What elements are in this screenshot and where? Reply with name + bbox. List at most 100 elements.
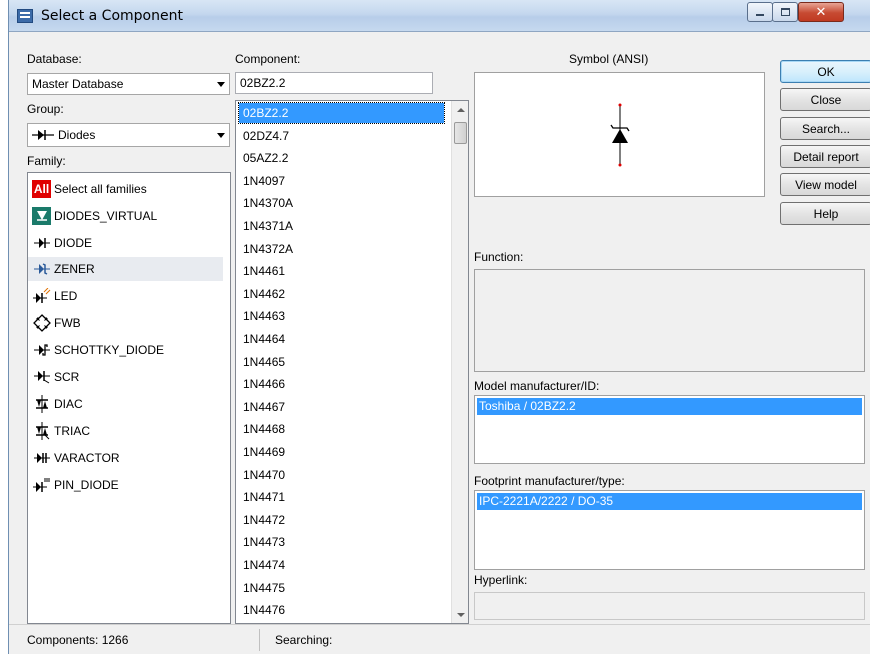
diac-icon: [32, 395, 51, 413]
component-list-item[interactable]: 05AZ2.2: [239, 148, 444, 168]
component-search-value: 02BZ2.2: [240, 76, 286, 90]
component-list-item[interactable]: 1N4472: [239, 510, 444, 530]
family-item-label: ZENER: [54, 262, 95, 276]
family-label: Family:: [27, 154, 66, 168]
database-label: Database:: [27, 52, 82, 66]
family-item-label: FWB: [54, 316, 81, 330]
footprint-item[interactable]: IPC-2221A/2222 / DO-35: [477, 493, 862, 510]
symbol-label: Symbol (ANSI): [569, 52, 649, 66]
component-search-input[interactable]: 02BZ2.2: [235, 72, 433, 94]
family-item-label: DIODE: [54, 236, 93, 250]
component-list-item[interactable]: 1N4371A: [239, 216, 444, 236]
zener-icon: [32, 260, 51, 278]
component-list-item[interactable]: 1N4468: [239, 419, 444, 439]
scr-icon: [32, 368, 51, 386]
component-list-item[interactable]: 1N4469: [239, 442, 444, 462]
family-item-triac[interactable]: TRIAC: [32, 419, 216, 443]
family-item-varactor[interactable]: VARACTOR: [32, 446, 216, 470]
close-button[interactable]: Close: [780, 88, 870, 111]
model-item[interactable]: Toshiba / 02BZ2.2: [477, 398, 862, 415]
database-select[interactable]: Master Database: [27, 73, 230, 95]
zener-symbol-icon: [610, 103, 630, 167]
select-component-dialog: Select a Component ✕ Database: Master Da…: [8, 0, 870, 654]
component-list-item[interactable]: 1N4461: [239, 261, 444, 281]
components-count: Components: 1266: [27, 633, 129, 647]
maximize-icon: [780, 8, 790, 16]
family-item-zener[interactable]: ZENER: [28, 257, 223, 281]
family-item-label: SCR: [54, 370, 80, 384]
family-item-label: Select all families: [54, 182, 147, 196]
component-list-item[interactable]: 1N4462: [239, 284, 444, 304]
component-list-item[interactable]: 1N4370A: [239, 193, 444, 213]
component-list-item[interactable]: 1N4475: [239, 578, 444, 598]
chevron-down-icon: [217, 133, 225, 138]
family-item-label: PIN_DIODE: [54, 478, 119, 492]
close-icon: ✕: [815, 4, 827, 19]
led-icon: [32, 287, 51, 305]
component-list-item[interactable]: 02BZ2.2: [238, 102, 445, 124]
scroll-down-button[interactable]: [452, 606, 468, 623]
status-bar: Components: 1266 Searching:: [9, 624, 870, 654]
diode-icon: [32, 234, 51, 252]
component-list-item[interactable]: 02DZ4.7: [239, 126, 444, 146]
component-list-item[interactable]: 1N4465: [239, 352, 444, 372]
component-list-item[interactable]: 1N4097: [239, 171, 444, 191]
family-item-diodes-virtual[interactable]: DIODES_VIRTUAL: [32, 204, 216, 228]
app-icon: [17, 9, 33, 23]
component-list-item[interactable]: 1N4463: [239, 306, 444, 326]
view-model-button[interactable]: View model: [780, 173, 870, 196]
footprint-list[interactable]: IPC-2221A/2222 / DO-35: [474, 490, 865, 570]
family-list[interactable]: All Select all families DIODES_VIRTUAL D…: [27, 172, 231, 624]
model-list[interactable]: Toshiba / 02BZ2.2: [474, 395, 865, 464]
search-button[interactable]: Search...: [780, 117, 870, 140]
help-button[interactable]: Help: [780, 202, 870, 225]
component-list-item[interactable]: 1N4467: [239, 397, 444, 417]
component-list-item[interactable]: 1N4464: [239, 329, 444, 349]
family-item-led[interactable]: LED: [32, 284, 216, 308]
database-value: Master Database: [32, 77, 124, 91]
hyperlink-label: Hyperlink:: [474, 573, 528, 587]
scroll-up-button[interactable]: [452, 101, 468, 118]
status-divider: [259, 629, 260, 651]
component-list-item[interactable]: 1N4473: [239, 532, 444, 552]
family-item-pin-diode[interactable]: PIN_DIODE: [32, 473, 216, 497]
family-item-label: DIODES_VIRTUAL: [54, 209, 158, 223]
detail-report-button[interactable]: Detail report: [780, 145, 870, 168]
family-item-schottky[interactable]: SCHOTTKY_DIODE: [32, 338, 216, 362]
window-title: Select a Component: [41, 8, 183, 24]
scroll-thumb[interactable]: [454, 122, 467, 144]
component-list-item[interactable]: 1N4470: [239, 465, 444, 485]
diode-group-icon: [32, 130, 54, 140]
all-families-icon: All: [32, 180, 51, 198]
footprint-label: Footprint manufacturer/type:: [474, 474, 625, 488]
family-item-all[interactable]: All Select all families: [32, 177, 216, 201]
chevron-down-icon: [217, 82, 225, 87]
family-item-label: SCHOTTKY_DIODE: [54, 343, 165, 357]
title-bar[interactable]: Select a Component ✕: [9, 0, 870, 32]
ok-button[interactable]: OK: [780, 60, 870, 83]
function-box: [474, 269, 865, 372]
component-list-item[interactable]: 1N4372A: [239, 239, 444, 259]
component-list[interactable]: 02BZ2.2 02DZ4.7 05AZ2.2 1N4097 1N4370A 1N4371…: [235, 100, 469, 624]
family-item-fwb[interactable]: FWB: [32, 311, 216, 335]
family-item-diac[interactable]: DIAC: [32, 392, 216, 416]
component-list-item[interactable]: 1N4476: [239, 600, 444, 620]
component-list-item[interactable]: 1N4471: [239, 487, 444, 507]
minimize-icon: [756, 14, 764, 16]
component-scrollbar[interactable]: [451, 101, 468, 623]
close-window-button[interactable]: ✕: [798, 2, 844, 22]
group-select[interactable]: Diodes: [27, 123, 230, 147]
maximize-button[interactable]: [772, 2, 798, 22]
family-item-scr[interactable]: SCR: [32, 365, 216, 389]
family-item-label: VARACTOR: [54, 451, 120, 465]
diodes-virtual-icon: [32, 207, 51, 225]
triac-icon: [32, 422, 51, 440]
minimize-button[interactable]: [747, 2, 773, 22]
pin-diode-icon: [32, 476, 51, 494]
component-list-item[interactable]: 1N4466: [239, 374, 444, 394]
family-item-label: DIAC: [54, 397, 83, 411]
hyperlink-field[interactable]: [474, 592, 865, 620]
component-list-item[interactable]: 1N4474: [239, 555, 444, 575]
chevron-up-icon: [456, 107, 465, 112]
family-item-diode[interactable]: DIODE: [32, 231, 216, 255]
